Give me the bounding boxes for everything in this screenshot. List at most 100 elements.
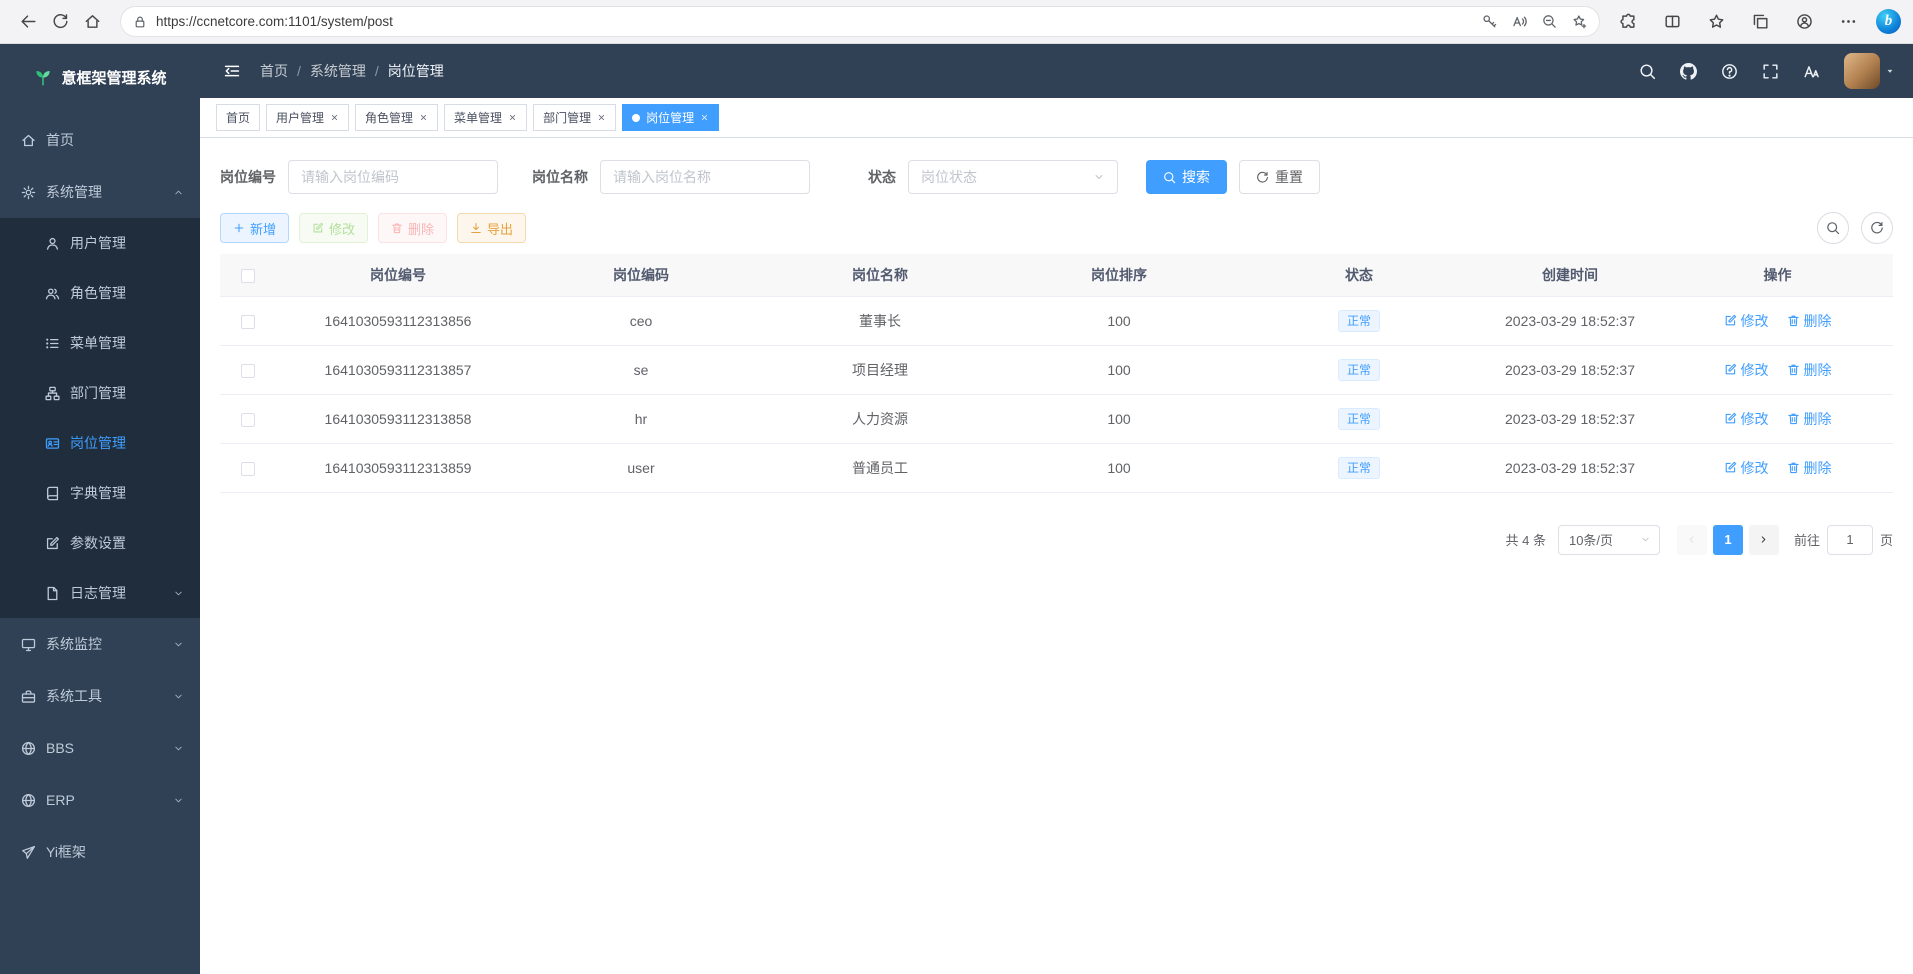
password-manager-icon[interactable] [1482,14,1497,29]
sidebar-item-menu-mgmt[interactable]: 菜单管理 [0,318,200,368]
extensions-icon[interactable] [1612,6,1644,38]
next-page-button[interactable] [1749,525,1779,555]
row-delete-link[interactable]: 删除 [1787,360,1832,380]
row-edit-link[interactable]: 修改 [1724,360,1769,380]
tab-dept-mgmt[interactable]: 部门管理 [533,104,616,131]
tab-home[interactable]: 首页 [216,104,260,131]
page-size-select[interactable]: 10条/页 [1558,525,1660,555]
row-edit-link[interactable]: 修改 [1724,311,1769,331]
chevron-down-icon [173,639,184,650]
tab-close-icon[interactable] [330,113,339,122]
sidebar-item-user-mgmt[interactable]: 用户管理 [0,218,200,268]
export-button[interactable]: 导出 [457,213,526,243]
row-checkbox[interactable] [241,364,255,378]
font-size-icon[interactable] [1803,63,1820,80]
user-avatar[interactable] [1844,53,1880,89]
sidebar-item-home[interactable]: 首页 [0,114,200,166]
search-button[interactable]: 搜索 [1146,160,1227,194]
sidebar-item-param-settings[interactable]: 参数设置 [0,518,200,568]
browser-back-button[interactable] [12,6,44,38]
bing-icon[interactable]: b [1876,9,1901,34]
tab-close-icon[interactable] [700,113,709,122]
tab-close-icon[interactable] [419,113,428,122]
browser-refresh-button[interactable] [44,6,76,38]
status-select[interactable]: 岗位状态 [908,160,1118,194]
tab-menu-mgmt[interactable]: 菜单管理 [444,104,527,131]
tab-post-mgmt[interactable]: 岗位管理 [622,104,719,131]
github-icon[interactable] [1680,63,1697,80]
paper-plane-icon [20,844,36,860]
gear-icon [20,184,36,200]
breadcrumb-item: 岗位管理 [388,61,444,81]
post-name-label: 岗位名称 [532,167,588,187]
post-code-placeholder: 请输入岗位编码 [301,167,399,187]
edit-icon [1724,314,1737,327]
row-delete-link[interactable]: 删除 [1787,311,1832,331]
sidebar-item-post-mgmt[interactable]: 岗位管理 [0,418,200,468]
trash-icon [1787,461,1800,474]
row-edit-link[interactable]: 修改 [1724,458,1769,478]
address-bar[interactable]: https://ccnetcore.com:1101/system/post [120,6,1600,37]
favorites-icon[interactable] [1700,6,1732,38]
browser-profile-icon[interactable] [1788,6,1820,38]
reset-button[interactable]: 重置 [1239,160,1320,194]
read-aloud-icon[interactable] [1512,14,1527,29]
column-header-post-name: 岗位名称 [762,254,998,296]
prev-page-button[interactable] [1677,525,1707,555]
row-delete-link[interactable]: 删除 [1787,409,1832,429]
add-favorite-icon[interactable] [1572,14,1587,29]
browser-home-button[interactable] [76,6,108,38]
refresh-table-button[interactable] [1861,212,1893,244]
breadcrumb-item[interactable]: 系统管理 [310,61,366,81]
row-edit-link[interactable]: 修改 [1724,409,1769,429]
toggle-search-button[interactable] [1817,212,1849,244]
cell-post-sort: 100 [998,394,1240,443]
split-screen-icon[interactable] [1656,6,1688,38]
sidebar-item-role-mgmt[interactable]: 角色管理 [0,268,200,318]
sidebar-item-bbs[interactable]: BBS [0,722,200,774]
add-button[interactable]: 新增 [220,213,289,243]
delete-button[interactable]: 删除 [378,213,447,243]
sidebar-item-log-mgmt[interactable]: 日志管理 [0,568,200,618]
sidebar-collapse-icon[interactable] [218,57,246,85]
post-name-input[interactable]: 请输入岗位名称 [600,160,810,194]
browser-menu-icon[interactable] [1832,6,1864,38]
tab-close-icon[interactable] [597,113,606,122]
page-1-button[interactable]: 1 [1713,525,1743,555]
sidebar-item-system-monitor[interactable]: 系统监控 [0,618,200,670]
sidebar-item-dict-mgmt[interactable]: 字典管理 [0,468,200,518]
goto-page-input[interactable]: 1 [1827,525,1873,555]
edit-button[interactable]: 修改 [299,213,368,243]
post-code-input[interactable]: 请输入岗位编码 [288,160,498,194]
tab-close-icon[interactable] [508,113,517,122]
status-placeholder: 岗位状态 [921,167,977,187]
row-checkbox[interactable] [241,462,255,476]
zoom-icon[interactable] [1542,14,1557,29]
column-header-post-id: 岗位编号 [276,254,520,296]
chevron-down-icon [173,691,184,702]
post-table: 岗位编号岗位编码岗位名称岗位排序状态创建时间操作 164103059311231… [220,254,1893,493]
download-icon [470,222,482,234]
row-delete-link[interactable]: 删除 [1787,458,1832,478]
tab-label: 用户管理 [276,109,324,126]
header-search-icon[interactable] [1639,63,1656,80]
breadcrumb-item[interactable]: 首页 [260,61,288,81]
sidebar-item-system-mgmt[interactable]: 系统管理 [0,166,200,218]
sidebar-item-dept-mgmt[interactable]: 部门管理 [0,368,200,418]
sidebar-item-label: Yi框架 [46,842,86,862]
url-text: https://ccnetcore.com:1101/system/post [156,14,1482,29]
sidebar-item-erp[interactable]: ERP [0,774,200,826]
row-checkbox[interactable] [241,413,255,427]
tab-role-mgmt[interactable]: 角色管理 [355,104,438,131]
pagination-total: 共 4 条 [1506,530,1546,549]
sidebar-item-system-tools[interactable]: 系统工具 [0,670,200,722]
avatar-caret-icon[interactable] [1885,66,1895,76]
site-info-icon[interactable] [133,15,147,29]
row-checkbox[interactable] [241,315,255,329]
sidebar-item-yi-framework[interactable]: Yi框架 [0,826,200,878]
fullscreen-icon[interactable] [1762,63,1779,80]
tab-user-mgmt[interactable]: 用户管理 [266,104,349,131]
select-all-checkbox[interactable] [241,269,255,283]
help-icon[interactable] [1721,63,1738,80]
collections-icon[interactable] [1744,6,1776,38]
